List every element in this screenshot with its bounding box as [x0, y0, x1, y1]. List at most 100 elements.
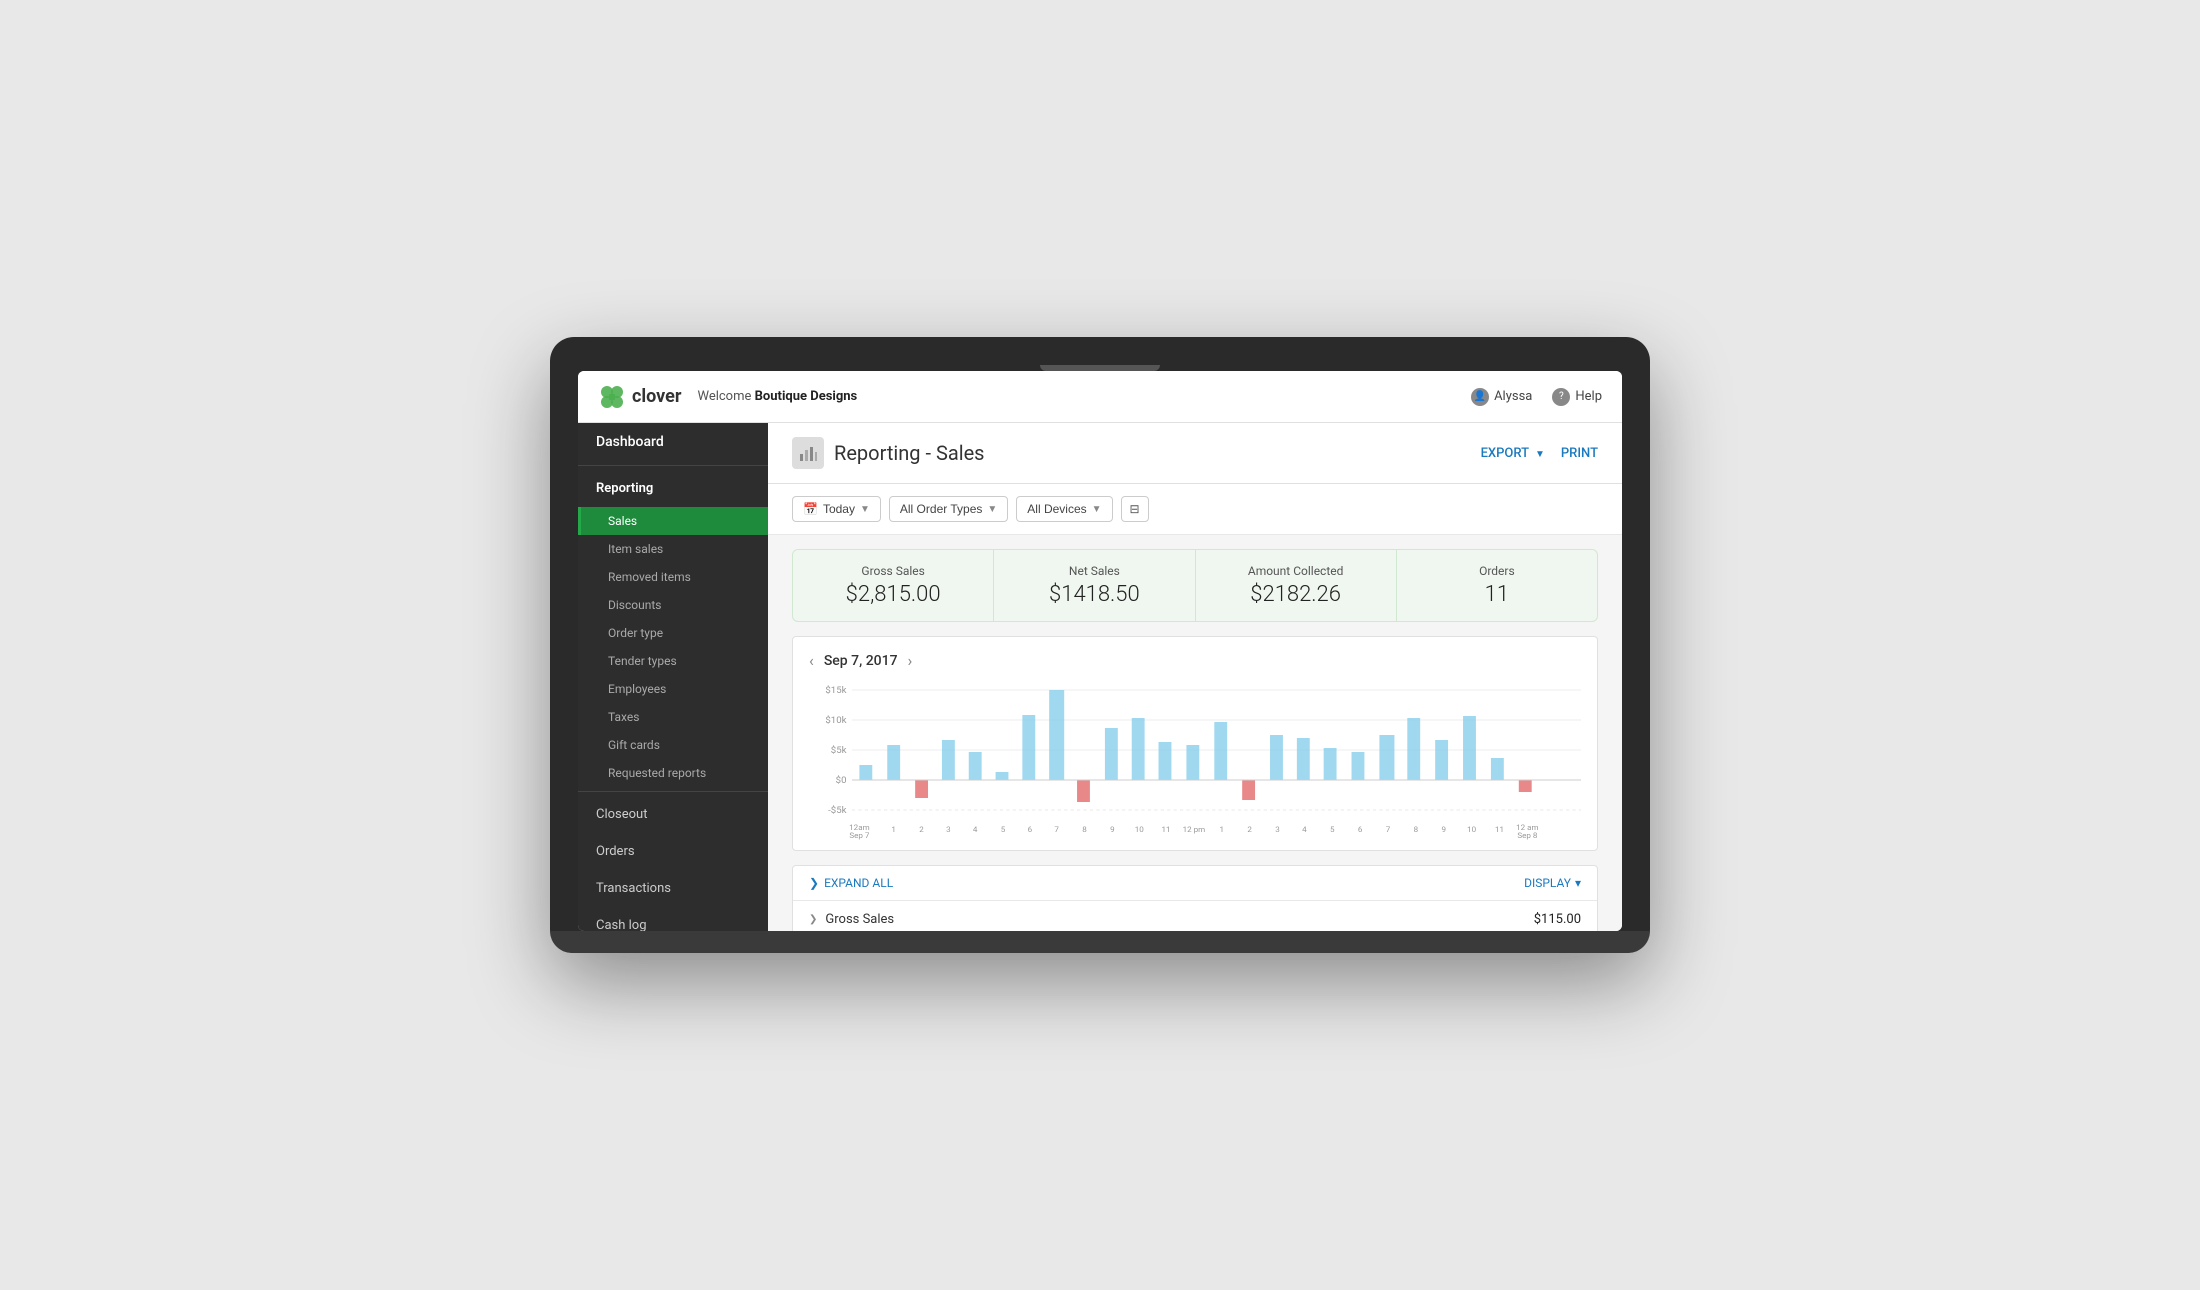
sidebar-sub-employees[interactable]: Employees [578, 675, 768, 703]
stat-amount-collected-label: Amount Collected [1216, 564, 1376, 578]
chart-next-button[interactable]: › [908, 651, 913, 670]
stat-net-sales-label: Net Sales [1014, 564, 1174, 578]
sidebar-sub-requested-reports[interactable]: Requested reports [578, 759, 768, 787]
sidebar-sub-sales[interactable]: Sales [578, 507, 768, 535]
laptop-base [550, 931, 1650, 953]
expand-all-button[interactable]: ❯ EXPAND ALL [809, 876, 893, 890]
stat-orders-label: Orders [1417, 564, 1577, 578]
svg-text:1: 1 [891, 825, 896, 834]
table-section: ❯ EXPAND ALL DISPLAY ▾ ❯ Gross Sal [792, 865, 1598, 931]
svg-text:10: 10 [1467, 825, 1476, 834]
filter-bar: 📅 Today ▼ All Order Types ▼ All Devices … [768, 484, 1622, 535]
svg-text:-$5k: -$5k [828, 805, 847, 816]
clover-logo: clover [598, 383, 681, 411]
svg-text:$5k: $5k [831, 745, 847, 756]
sidebar-sub-order-type[interactable]: Order type [578, 619, 768, 647]
svg-text:8: 8 [1082, 825, 1087, 834]
user-button[interactable]: 👤 Alyssa [1471, 388, 1532, 406]
sidebar-sub-item-sales[interactable]: Item sales [578, 535, 768, 563]
svg-text:6: 6 [1028, 825, 1033, 834]
welcome-text: Welcome Boutique Designs [697, 389, 857, 404]
display-button[interactable]: DISPLAY ▾ [1524, 876, 1581, 890]
svg-text:12 pm: 12 pm [1183, 825, 1206, 834]
filter-advanced-button[interactable]: ⊟ [1121, 496, 1149, 522]
table-toolbar: ❯ EXPAND ALL DISPLAY ▾ [793, 866, 1597, 901]
page-icon [792, 437, 824, 469]
sidebar-sub-taxes[interactable]: Taxes [578, 703, 768, 731]
chart-area: $15k $10k $5k $0 -$5k [809, 680, 1581, 840]
sidebar-divider-2 [578, 791, 768, 792]
table-row-gross-sales[interactable]: ❯ Gross Sales $115.00 [793, 901, 1597, 931]
order-type-caret: ▼ [987, 504, 997, 515]
svg-text:11: 11 [1162, 825, 1171, 834]
stats-bar: Gross Sales $2,815.00 Net Sales $1418.50… [792, 549, 1598, 622]
svg-text:7: 7 [1054, 825, 1059, 834]
content-header: Reporting - Sales EXPORT ▼ PRINT [768, 423, 1622, 484]
devices-filter-button[interactable]: All Devices ▼ [1016, 496, 1112, 522]
chart-nav: ‹ Sep 7, 2017 › [809, 651, 1581, 670]
sidebar-item-dashboard[interactable]: Dashboard [578, 423, 768, 461]
svg-text:2: 2 [1247, 825, 1252, 834]
svg-text:5: 5 [1001, 825, 1006, 834]
stat-net-sales: Net Sales $1418.50 [994, 550, 1195, 621]
sidebar-sub-discounts[interactable]: Discounts [578, 591, 768, 619]
svg-text:6: 6 [1358, 825, 1363, 834]
clover-brand-icon [598, 383, 626, 411]
stat-gross-sales-value: $2,815.00 [813, 582, 973, 607]
sidebar: Dashboard Reporting Sales Item sales Rem… [578, 423, 768, 931]
stat-orders-value: 11 [1417, 582, 1577, 607]
user-icon: 👤 [1471, 388, 1489, 406]
chart-container: ‹ Sep 7, 2017 › [792, 636, 1598, 851]
main-content: Reporting - Sales EXPORT ▼ PRINT [768, 423, 1622, 931]
sidebar-sub-tender-types[interactable]: Tender types [578, 647, 768, 675]
svg-text:$10k: $10k [825, 715, 846, 726]
export-button[interactable]: EXPORT ▼ [1481, 446, 1545, 461]
sidebar-sub-gift-cards[interactable]: Gift cards [578, 731, 768, 759]
svg-text:Sep 8: Sep 8 [1517, 831, 1537, 840]
date-filter-caret: ▼ [860, 504, 870, 515]
sidebar-item-reporting[interactable]: Reporting [578, 470, 768, 507]
svg-text:$15k: $15k [825, 685, 846, 696]
sidebar-item-cash-log[interactable]: Cash log [578, 907, 768, 931]
svg-text:7: 7 [1386, 825, 1391, 834]
order-type-filter-button[interactable]: All Order Types ▼ [889, 496, 1008, 522]
sidebar-item-transactions[interactable]: Transactions [578, 870, 768, 907]
print-button[interactable]: PRINT [1561, 446, 1598, 461]
help-icon: ? [1552, 388, 1570, 406]
svg-text:3: 3 [946, 825, 951, 834]
help-button[interactable]: ? Help [1552, 388, 1602, 406]
clover-wordmark: clover [632, 386, 681, 407]
stat-net-sales-value: $1418.50 [1014, 582, 1174, 607]
stat-amount-collected-value: $2182.26 [1216, 582, 1376, 607]
stat-gross-sales: Gross Sales $2,815.00 [793, 550, 994, 621]
svg-text:Sep 7: Sep 7 [849, 831, 870, 840]
svg-text:10: 10 [1135, 825, 1144, 834]
row-chevron-icon: ❯ [809, 914, 817, 925]
date-filter-button[interactable]: 📅 Today ▼ [792, 496, 881, 522]
page-title: Reporting - Sales [834, 441, 985, 465]
svg-text:4: 4 [973, 825, 978, 834]
sidebar-sub-removed-items[interactable]: Removed items [578, 563, 768, 591]
svg-text:3: 3 [1275, 825, 1280, 834]
sidebar-reporting-sub: Sales Item sales Removed items Discounts… [578, 507, 768, 787]
calendar-icon: 📅 [803, 502, 818, 516]
chart-svg: $15k $10k $5k $0 -$5k [809, 680, 1581, 840]
stat-orders: Orders 11 [1397, 550, 1597, 621]
devices-caret: ▼ [1092, 504, 1102, 515]
export-caret-icon: ▼ [1535, 449, 1545, 460]
header-actions: EXPORT ▼ PRINT [1481, 446, 1598, 461]
top-bar: clover Welcome Boutique Designs 👤 Alyssa… [578, 371, 1622, 423]
stat-amount-collected: Amount Collected $2182.26 [1196, 550, 1397, 621]
display-caret-icon: ▾ [1575, 876, 1581, 890]
sidebar-divider [578, 465, 768, 466]
table-row-gross-sales-value: $115.00 [1534, 912, 1581, 927]
svg-text:9: 9 [1441, 825, 1446, 834]
sidebar-item-orders[interactable]: Orders [578, 833, 768, 870]
filter-icon: ⊟ [1130, 502, 1140, 516]
chart-prev-button[interactable]: ‹ [809, 651, 814, 670]
svg-text:2: 2 [919, 825, 924, 834]
svg-text:$0: $0 [836, 775, 847, 786]
svg-text:4: 4 [1302, 825, 1307, 834]
svg-text:5: 5 [1330, 825, 1335, 834]
sidebar-item-closeout[interactable]: Closeout [578, 796, 768, 833]
